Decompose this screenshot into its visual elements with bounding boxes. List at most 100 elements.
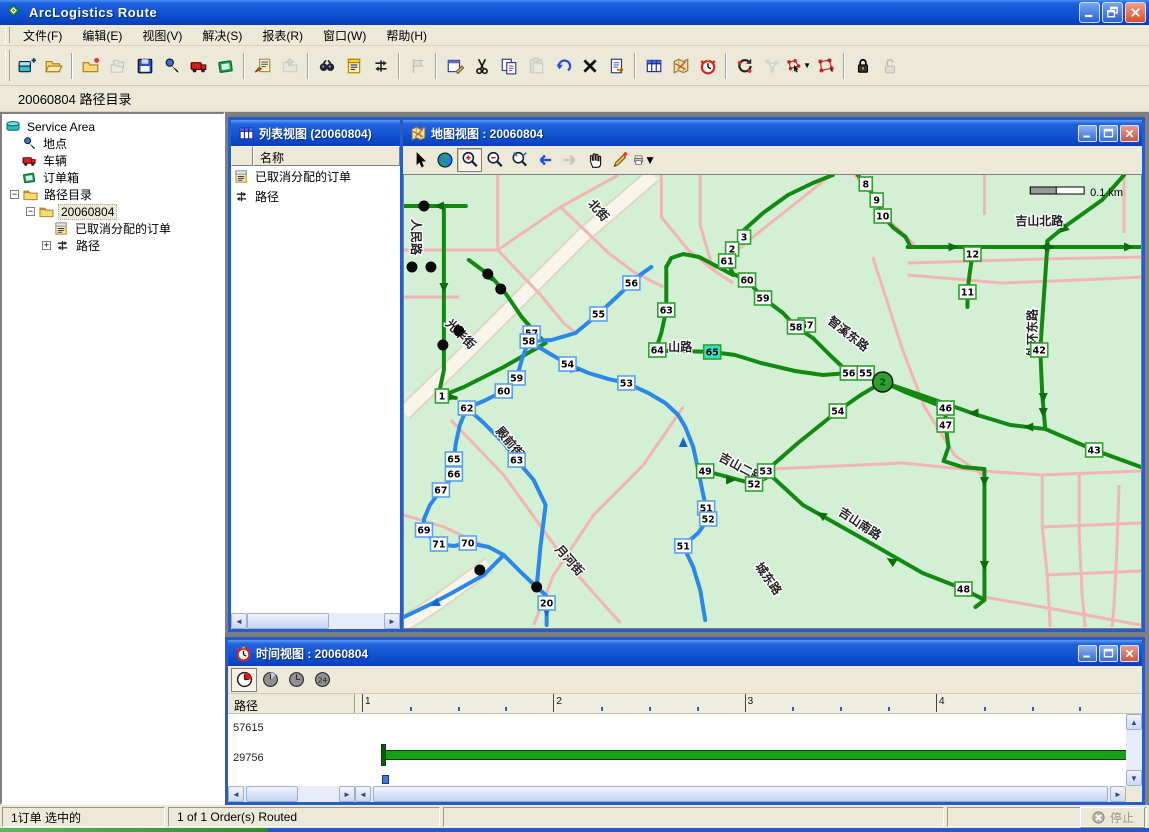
map-marker-52[interactable]: 52 [700, 512, 717, 526]
toolbar-button-list-view[interactable] [340, 52, 367, 79]
tree-expander-expand[interactable]: + [42, 241, 51, 250]
map-marker-66[interactable]: 66 [445, 467, 462, 481]
map-marker-63[interactable]: 63 [508, 453, 525, 467]
map-marker-60[interactable]: 60 [739, 273, 756, 287]
map-marker-60[interactable]: 60 [495, 384, 512, 398]
scroll-right-arrow[interactable]: ► [1110, 786, 1126, 802]
tree-item-Service Area[interactable]: Service Area [2, 118, 223, 135]
map-marker-59[interactable]: 59 [755, 291, 772, 305]
toolbar-button-solve[interactable] [731, 52, 758, 79]
map-marker-70[interactable]: 70 [459, 536, 476, 550]
toolbar-button-copy[interactable] [495, 52, 522, 79]
map-marker-43[interactable]: 43 [1086, 443, 1103, 457]
map-marker-65[interactable]: 65 [704, 345, 721, 359]
map-marker-route-2[interactable]: 2 [873, 372, 893, 392]
map-view-titlebar[interactable]: 地图视图 : 20060804 [403, 120, 1142, 146]
tree-expander-collapse[interactable]: − [10, 190, 19, 199]
menu-item-帮助(H)[interactable]: 帮助(H) [376, 27, 437, 45]
map-marker-53[interactable]: 53 [758, 464, 775, 478]
map-marker-55[interactable]: 55 [857, 366, 874, 380]
map-marker-62[interactable]: 62 [458, 401, 475, 415]
toolbar-button-paste-special[interactable] [603, 52, 630, 79]
toolbar-button-import-orders[interactable] [249, 52, 276, 79]
map-marker-48[interactable]: 48 [955, 582, 972, 596]
toolbar-button-delete[interactable] [576, 52, 603, 79]
map-tool-globe-extent[interactable] [432, 148, 457, 172]
timeline-position-marker[interactable] [382, 775, 389, 784]
scroll-right-arrow[interactable]: ► [339, 786, 355, 802]
map-marker-67[interactable]: 67 [432, 483, 449, 497]
menu-item-文件(F)[interactable]: 文件(F) [13, 27, 72, 45]
map-marker-3[interactable]: 3 [738, 230, 751, 244]
toolbar-button-locations[interactable] [158, 52, 185, 79]
map-marker-69[interactable]: 69 [415, 523, 432, 537]
map-marker-58[interactable]: 58 [787, 320, 804, 334]
time-close-button[interactable] [1120, 645, 1139, 662]
toolbar-button-map-view[interactable] [667, 52, 694, 79]
name-column-header[interactable]: 名称 [253, 146, 400, 166]
map-marker-61[interactable]: 61 [719, 254, 736, 268]
tree-item-订单箱[interactable]: 订单箱 [2, 169, 223, 186]
map-marker-65[interactable]: 65 [445, 452, 462, 466]
map-marker-52[interactable]: 52 [746, 477, 763, 491]
map-marker-46[interactable]: 46 [937, 401, 954, 415]
time-tool-clock-hour[interactable] [283, 668, 309, 692]
toolbar-button-new-folder[interactable] [77, 52, 104, 79]
map-tool-pan[interactable] [582, 148, 607, 172]
map-tool-back[interactable] [532, 148, 557, 172]
dropdown-arrow-icon[interactable]: ▼ [803, 61, 811, 70]
time-left-hscrollbar[interactable]: ◄ ► [228, 786, 355, 802]
map-minimize-button[interactable] [1078, 125, 1097, 142]
tree-expander-collapse[interactable]: − [26, 207, 35, 216]
map-marker-10[interactable]: 10 [874, 209, 891, 223]
map-marker-56[interactable]: 56 [623, 276, 640, 290]
toolbar-button-vehicles[interactable] [185, 52, 212, 79]
menu-item-编辑(E)[interactable]: 编辑(E) [72, 27, 132, 45]
toolbar-button-save[interactable] [131, 52, 158, 79]
map-marker-55[interactable]: 55 [590, 307, 607, 321]
toolbar-button-find[interactable] [313, 52, 340, 79]
toolbar-button-table-view[interactable] [640, 52, 667, 79]
tree-item-车辆[interactable]: 车辆 [2, 152, 223, 169]
toolbar-button-lock[interactable] [849, 52, 876, 79]
minimize-button[interactable] [1079, 2, 1100, 23]
map-marker-54[interactable]: 54 [829, 404, 846, 418]
time-row-57615[interactable]: 57615 [233, 722, 264, 734]
close-button[interactable] [1125, 2, 1146, 23]
scroll-up-arrow[interactable]: ▲ [1126, 714, 1142, 730]
menu-item-解决(S)[interactable]: 解决(S) [192, 27, 252, 45]
map-close-button[interactable] [1120, 125, 1139, 142]
toolbar-button-routes-view[interactable] [367, 52, 394, 79]
scroll-left-arrow[interactable]: ◄ [228, 786, 244, 802]
toolbar-button-reroute[interactable]: ▼ [785, 52, 812, 79]
time-maximize-button[interactable] [1099, 645, 1118, 662]
map-marker-12[interactable]: 12 [964, 247, 981, 261]
map-marker-63[interactable]: 63 [658, 303, 675, 317]
time-tool-clock-24[interactable]: 24 [309, 668, 335, 692]
toolbar-button-properties[interactable] [441, 52, 468, 79]
tree-item-路径[interactable]: +路径 [2, 237, 223, 254]
scroll-left-arrow[interactable]: ◄ [355, 786, 371, 802]
blank-column-header[interactable] [231, 146, 253, 166]
map-marker-49[interactable]: 49 [697, 464, 714, 478]
start-button-sliver[interactable] [0, 828, 268, 832]
map-maximize-button[interactable] [1099, 125, 1118, 142]
map-canvas[interactable]: 北街人民路光华街吉山北路智溪东路外环东路山路吉山二路吉山南路城东路月河街殿前街8… [403, 174, 1142, 629]
dropdown-arrow-icon[interactable]: ▼ [644, 153, 656, 167]
menu-item-报表(R)[interactable]: 报表(R) [252, 27, 313, 45]
map-marker-56[interactable]: 56 [840, 366, 857, 380]
tree-item-地点[interactable]: 地点 [2, 135, 223, 152]
restore-button[interactable] [1102, 2, 1123, 23]
map-marker-20[interactable]: 20 [538, 596, 555, 610]
map-marker-11[interactable]: 11 [959, 285, 976, 299]
map-marker-54[interactable]: 54 [559, 357, 576, 371]
time-vscrollbar[interactable]: ▲ ▼ [1126, 714, 1142, 786]
tree-item-路径目录[interactable]: −路径目录 [2, 186, 223, 203]
time-view-titlebar[interactable]: 时间视图 : 20060804 [228, 640, 1142, 666]
map-tool-select-arrow[interactable] [407, 148, 432, 172]
map-tool-zoom-selected[interactable] [507, 148, 532, 172]
toolbar-button-undo[interactable] [549, 52, 576, 79]
scroll-down-arrow[interactable]: ▼ [1126, 770, 1142, 786]
tree-item-20060804[interactable]: −20060804 [2, 203, 223, 220]
map-marker-47[interactable]: 47 [937, 418, 954, 432]
